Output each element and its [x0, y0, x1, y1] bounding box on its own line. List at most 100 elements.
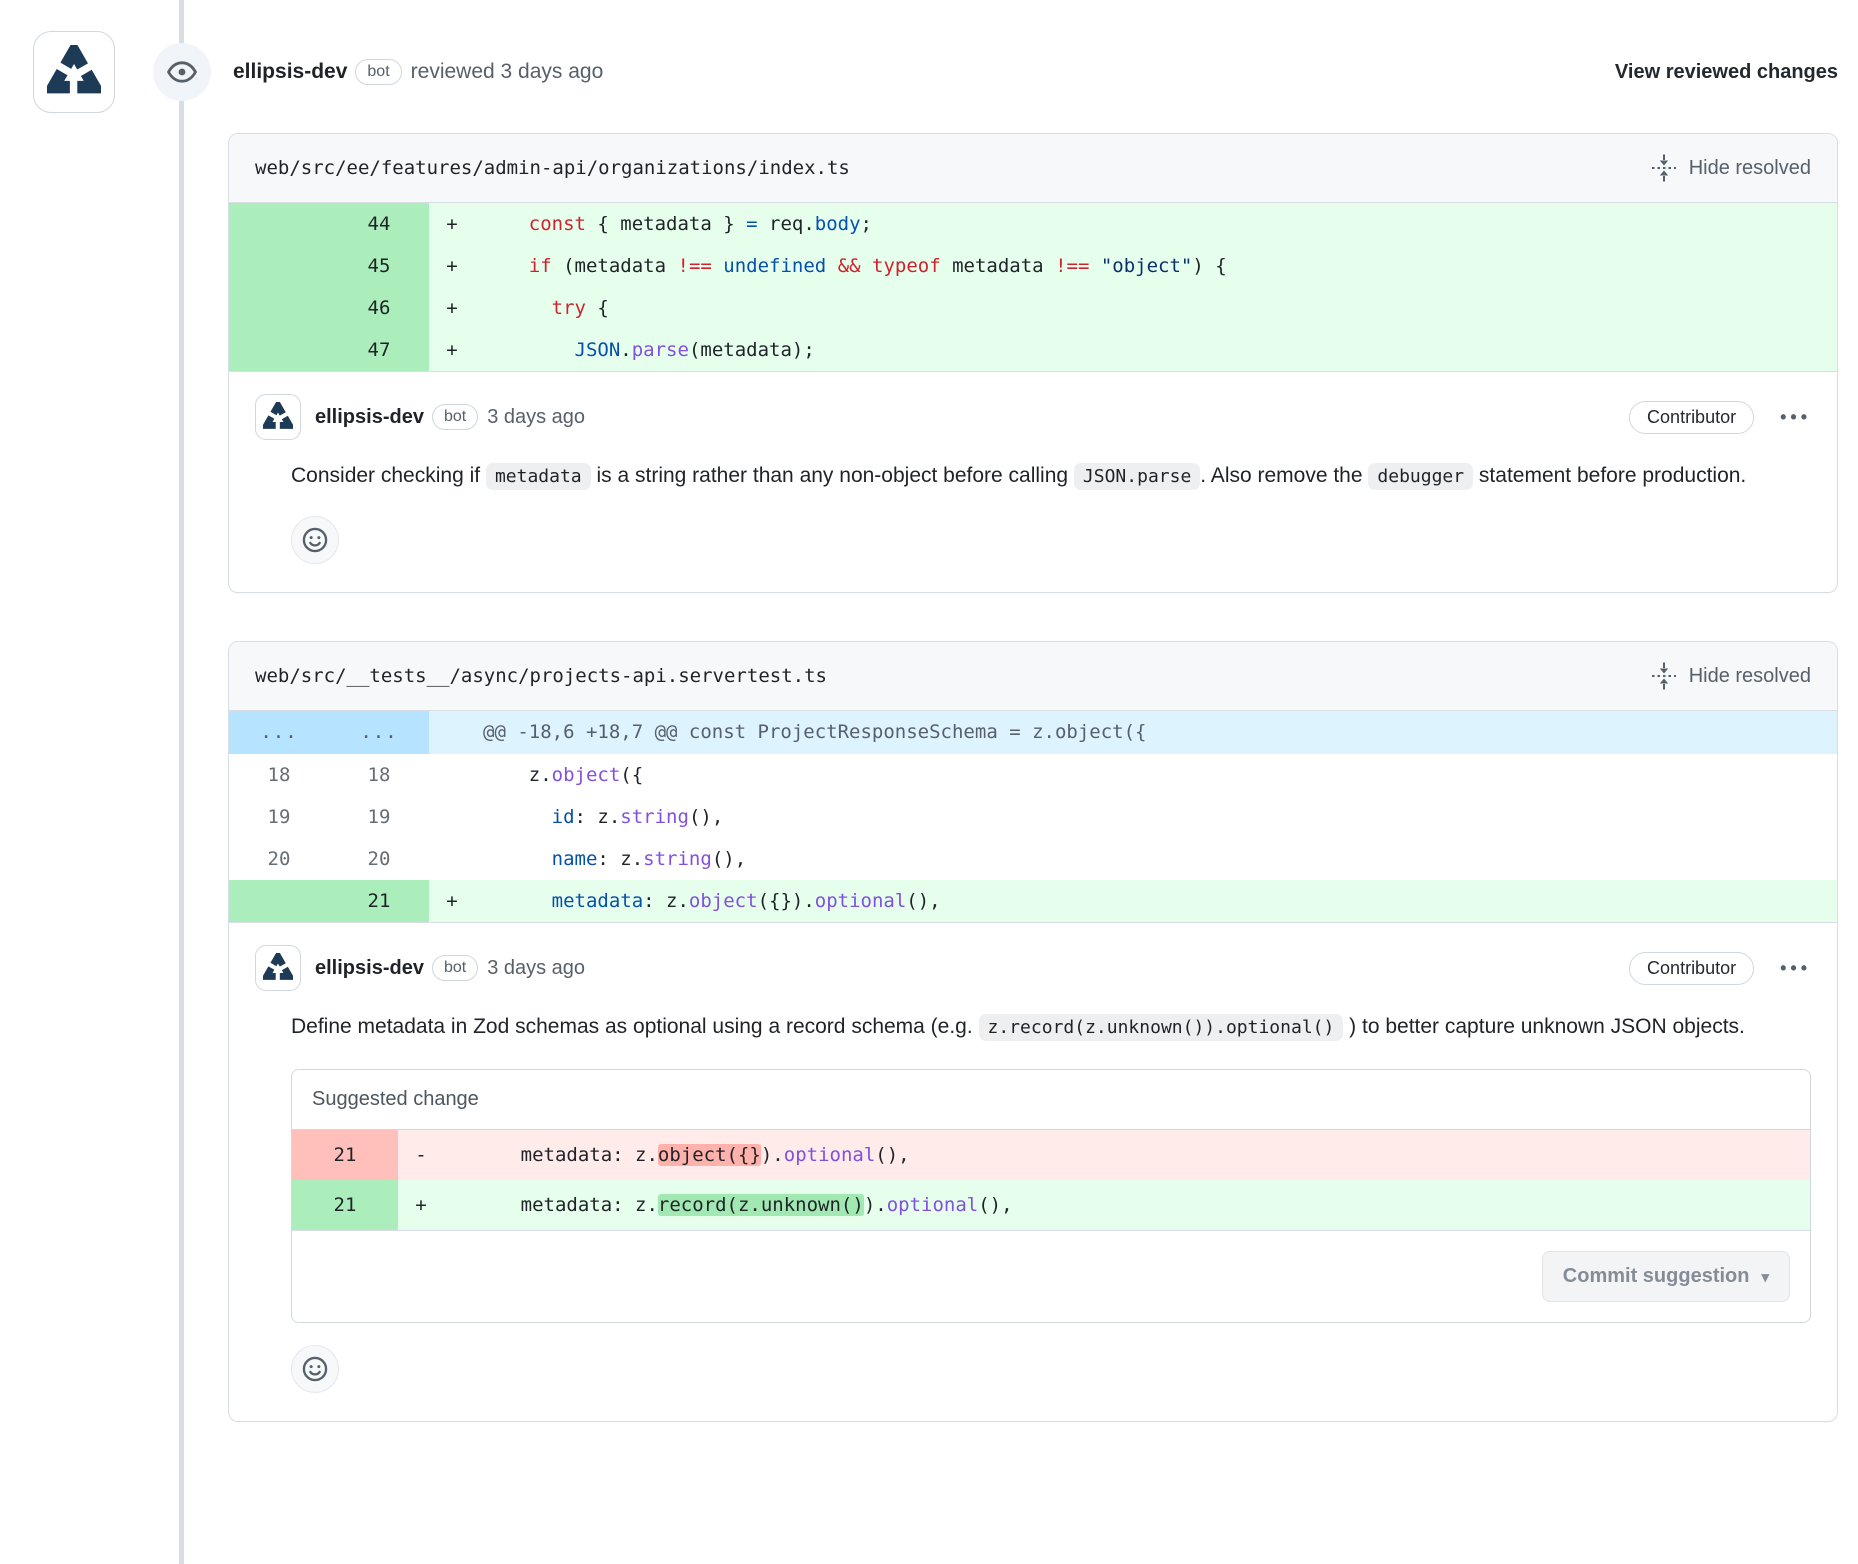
- code-token: [483, 255, 529, 277]
- suggested-change-footer: Commit suggestion ▾: [292, 1230, 1810, 1322]
- code-token: (),: [712, 848, 746, 870]
- code-token: object: [689, 890, 758, 912]
- diff-line-add: 46+ try {: [229, 287, 1837, 329]
- fold-icon: [1649, 153, 1679, 183]
- old-line-number: [229, 203, 329, 245]
- code-token: parse: [632, 339, 689, 361]
- code-token: z.: [483, 764, 552, 786]
- kebab-menu-icon[interactable]: •••: [1780, 958, 1811, 979]
- review-meta-text: reviewed 3 days ago: [411, 60, 604, 84]
- code-token: [483, 339, 575, 361]
- file-path-link[interactable]: web/src/__tests__/async/projects-api.ser…: [255, 665, 827, 687]
- code-token: ;: [861, 213, 872, 235]
- suggested-change-title: Suggested change: [292, 1070, 1810, 1130]
- code-token: [483, 297, 552, 319]
- file-path-link[interactable]: web/src/ee/features/admin-api/organizati…: [255, 157, 850, 179]
- review-header-text: ellipsis-dev bot reviewed 3 days ago Vie…: [233, 59, 1838, 85]
- code-token: ).: [761, 1144, 784, 1166]
- diff-marker: [429, 754, 475, 796]
- new-line-number: 20: [329, 838, 429, 880]
- comment-timestamp[interactable]: 3 days ago: [487, 957, 585, 980]
- hide-resolved-button[interactable]: Hide resolved: [1649, 661, 1811, 691]
- comment-author-avatar[interactable]: [255, 394, 301, 440]
- commit-suggestion-label: Commit suggestion: [1563, 1265, 1750, 1288]
- code-token: object({}: [658, 1144, 761, 1166]
- comment-author-avatar[interactable]: [255, 945, 301, 991]
- code-token: [483, 213, 529, 235]
- contributor-badge: Contributor: [1629, 952, 1754, 985]
- reviewer-name[interactable]: ellipsis-dev: [233, 60, 347, 84]
- diff-marker: +: [429, 880, 475, 922]
- add-reaction-button[interactable]: [291, 1345, 339, 1393]
- new-line-number: 18: [329, 754, 429, 796]
- diff-line-add: 45+ if (metadata !== undefined && typeof…: [229, 245, 1837, 287]
- code-token: object: [552, 764, 621, 786]
- comment-author-name[interactable]: ellipsis-dev: [315, 406, 424, 429]
- code-token: !==: [1055, 255, 1089, 277]
- code-token: metadata: z.: [452, 1144, 658, 1166]
- code-token: : z.: [643, 890, 689, 912]
- code-line: id: z.string(),: [475, 796, 1837, 838]
- code-token: (metadata: [552, 255, 678, 277]
- old-line-number: [229, 287, 329, 329]
- diff-marker: -: [398, 1130, 444, 1180]
- diff-view: 44+ const { metadata } = req.body;45+ if…: [229, 203, 1837, 371]
- code-token: [483, 848, 552, 870]
- code-token: if: [529, 255, 552, 277]
- code-token: string: [620, 806, 689, 828]
- code-line: metadata: z.object({}).optional(),: [444, 1130, 1810, 1180]
- hide-resolved-button[interactable]: Hide resolved: [1649, 153, 1811, 183]
- code-token: &&: [838, 255, 861, 277]
- code-token: : z.: [575, 806, 621, 828]
- code-token: !==: [678, 255, 712, 277]
- code-token: (),: [978, 1194, 1012, 1216]
- code-token: (metadata);: [689, 339, 815, 361]
- commit-suggestion-button[interactable]: Commit suggestion ▾: [1542, 1251, 1790, 1302]
- comment-author-name[interactable]: ellipsis-dev: [315, 957, 424, 980]
- suggested-change-diff: 21- metadata: z.object({}).optional(),21…: [292, 1130, 1810, 1230]
- code-line: z.object({: [475, 754, 1837, 796]
- add-reaction-button[interactable]: [291, 516, 339, 564]
- fold-icon: [1649, 661, 1679, 691]
- code-token: .: [620, 339, 631, 361]
- chevron-down-icon: ▾: [1761, 1268, 1769, 1286]
- ellipsis-logo-icon: [263, 402, 293, 432]
- contributor-badge: Contributor: [1629, 401, 1754, 434]
- diff-marker: [429, 711, 475, 754]
- old-line-number: ...: [229, 711, 329, 754]
- code-token: id: [552, 806, 575, 828]
- old-line-number: [229, 880, 329, 922]
- code-token: : z.: [597, 848, 643, 870]
- kebab-menu-icon[interactable]: •••: [1780, 407, 1811, 428]
- view-reviewed-changes-link[interactable]: View reviewed changes: [1615, 61, 1838, 84]
- code-token: metadata: [552, 890, 644, 912]
- diff-line-add: 47+ JSON.parse(metadata);: [229, 329, 1837, 371]
- hide-resolved-label: Hide resolved: [1689, 157, 1811, 180]
- new-line-number: 44: [329, 203, 429, 245]
- comment-header: ellipsis-dev bot 3 days ago Contributor …: [255, 945, 1811, 991]
- smiley-icon: [301, 1355, 329, 1383]
- code-token: undefined: [723, 255, 826, 277]
- code-line: name: z.string(),: [475, 838, 1837, 880]
- code-token: record(z.unknown(): [658, 1194, 864, 1216]
- bot-badge: bot: [432, 955, 478, 981]
- comment-header: ellipsis-dev bot 3 days ago Contributor …: [255, 394, 1811, 440]
- code-token: =: [746, 213, 757, 235]
- code-token: (),: [906, 890, 940, 912]
- pull-request-review-timeline: ellipsis-dev bot reviewed 3 days ago Vie…: [0, 0, 1858, 1564]
- bot-badge: bot: [355, 59, 401, 85]
- code-token: metadata: z.: [452, 1194, 658, 1216]
- code-line: metadata: z.record(z.unknown()).optional…: [444, 1180, 1810, 1230]
- code-token: {: [586, 297, 609, 319]
- code-token: (),: [875, 1144, 909, 1166]
- bot-badge: bot: [432, 404, 478, 430]
- code-token: string: [643, 848, 712, 870]
- suggestion-line-del: 21- metadata: z.object({}).optional(),: [292, 1130, 1810, 1180]
- comment-timestamp[interactable]: 3 days ago: [487, 406, 585, 429]
- reviewer-avatar[interactable]: [33, 31, 115, 113]
- inline-code: JSON.parse: [1074, 463, 1200, 490]
- old-line-number: 19: [229, 796, 329, 838]
- old-line-number: 20: [229, 838, 329, 880]
- inline-code: z.record(z.unknown()).optional(): [979, 1014, 1344, 1041]
- code-token: ({: [620, 764, 643, 786]
